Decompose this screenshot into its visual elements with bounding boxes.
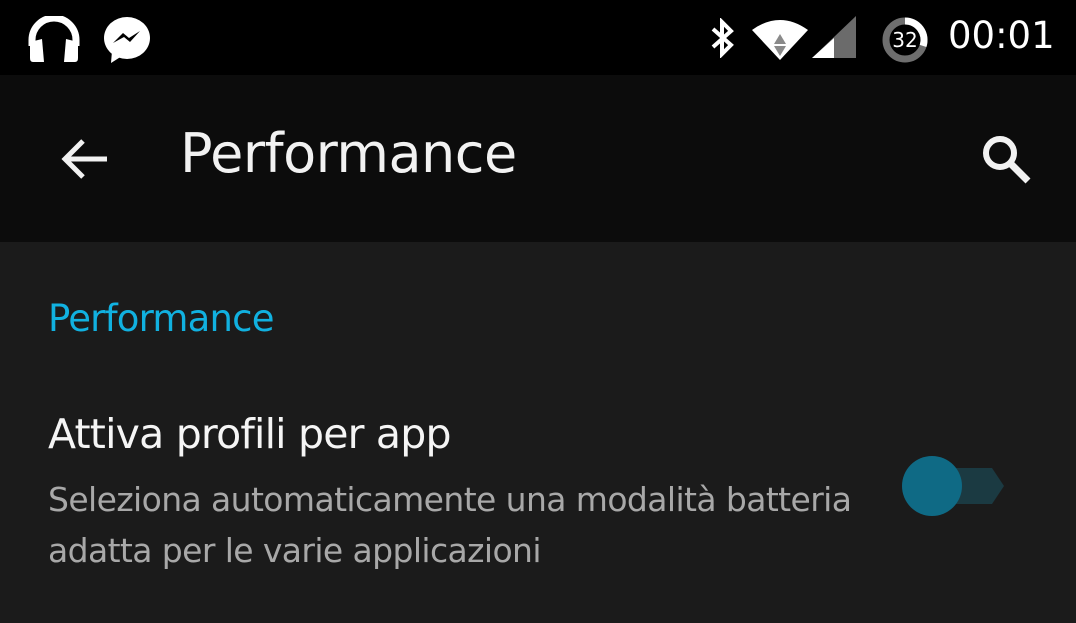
wifi-icon	[750, 16, 810, 64]
pref-summary: Seleziona automaticamente una modalità b…	[48, 480, 852, 570]
messenger-icon	[102, 15, 152, 69]
status-time: 00:01	[948, 14, 1055, 57]
arrow-left-icon	[59, 137, 109, 185]
section-header: Performance	[48, 297, 274, 340]
cell-signal-icon	[812, 16, 858, 64]
search-icon	[978, 131, 1034, 191]
page-title: Performance	[180, 122, 517, 185]
search-button[interactable]	[966, 121, 1046, 201]
pref-title: Attiva profili per app	[48, 410, 452, 458]
toolbar: Performance	[0, 75, 1076, 242]
pref-item-app-profiles[interactable]: Attiva profili per app Seleziona automat…	[0, 392, 1076, 582]
battery-icon: 32	[880, 15, 930, 69]
battery-level-text: 32	[892, 28, 917, 52]
bluetooth-icon	[710, 17, 736, 62]
switch-thumb	[902, 456, 962, 516]
settings-content: Performance Attiva profili per app Selez…	[0, 242, 1076, 623]
back-button[interactable]	[44, 121, 124, 201]
headphones-icon	[28, 14, 80, 68]
status-bar: 32 00:01	[0, 0, 1076, 75]
app-profiles-toggle[interactable]	[900, 454, 1010, 518]
